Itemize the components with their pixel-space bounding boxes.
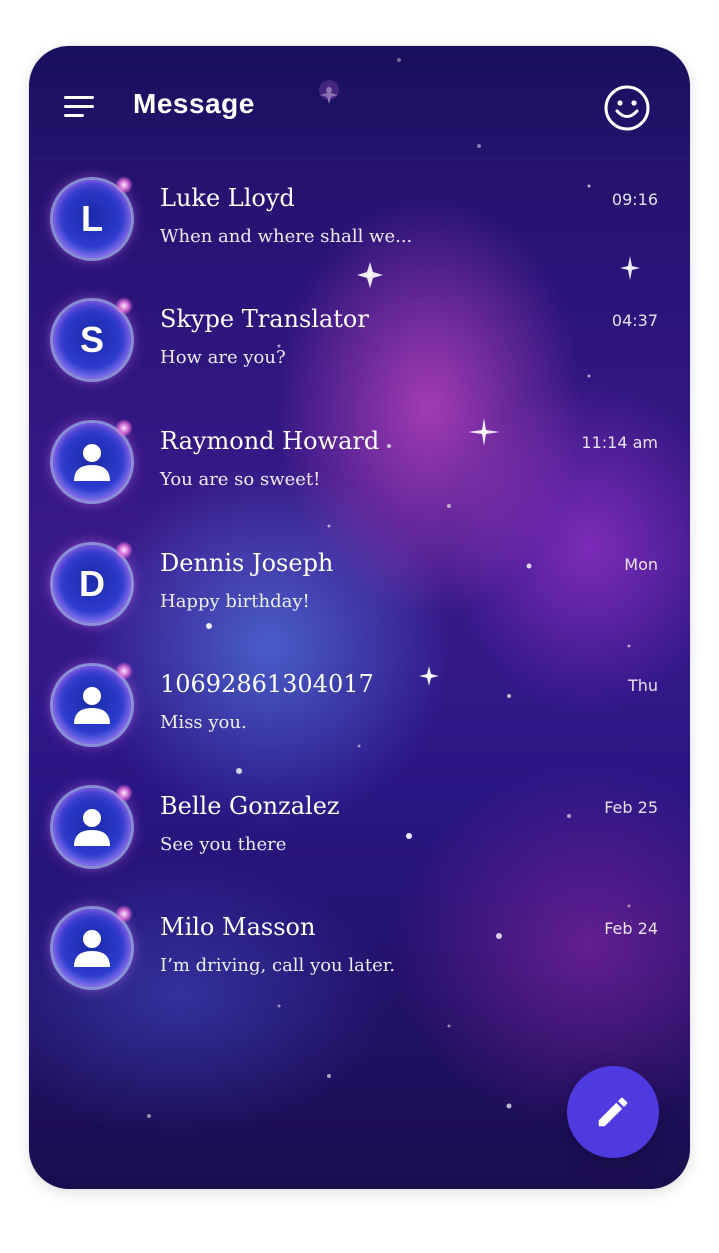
- app-header: Message: [29, 46, 690, 159]
- conversation-row[interactable]: Raymond Howard You are so sweet! 11:14 a…: [29, 417, 690, 527]
- contact-name: Belle Gonzalez: [160, 792, 340, 820]
- person-icon: [74, 444, 110, 481]
- avatar-letter: L: [81, 198, 103, 239]
- contact-name: Skype Translator: [160, 305, 369, 333]
- message-time: Thu: [627, 676, 658, 695]
- page-title: Message: [133, 88, 255, 119]
- avatar: D: [53, 541, 133, 623]
- conversation-row[interactable]: Milo Masson I’m driving, call you later.…: [29, 903, 690, 1013]
- message-preview: How are you?: [160, 347, 286, 368]
- conversation-row[interactable]: D Dennis Joseph Happy birthday! Mon: [29, 539, 690, 649]
- avatar: [53, 905, 133, 987]
- message-preview: Happy birthday!: [160, 591, 310, 612]
- contact-name: Luke Lloyd: [160, 184, 295, 212]
- message-time: 04:37: [611, 311, 658, 330]
- avatar-letter: S: [79, 319, 104, 360]
- person-icon: [74, 687, 110, 724]
- message-time: 09:16: [611, 190, 658, 209]
- conversation-row[interactable]: 10692861304017 Miss you. Thu: [29, 660, 690, 770]
- hamburger-menu-icon[interactable]: [64, 96, 94, 120]
- conversation-row[interactable]: Belle Gonzalez See you there Feb 25: [29, 782, 690, 892]
- avatar: [53, 662, 133, 744]
- avatar: L: [53, 176, 133, 258]
- person-icon: [74, 930, 110, 967]
- message-preview: You are so sweet!: [160, 469, 321, 490]
- contact-name: Milo Masson: [160, 913, 316, 941]
- contact-name: 10692861304017: [160, 670, 374, 698]
- message-preview: See you there: [160, 834, 287, 855]
- message-time: Feb 25: [604, 798, 658, 817]
- contact-name: Raymond Howard: [160, 427, 380, 455]
- avatar-letter: D: [79, 563, 105, 604]
- message-time: Mon: [624, 555, 658, 574]
- person-icon: [74, 809, 110, 846]
- contact-name: Dennis Joseph: [160, 549, 334, 577]
- message-preview: Miss you.: [160, 712, 247, 733]
- compose-button[interactable]: [567, 1066, 659, 1158]
- avatar: [53, 419, 133, 501]
- avatar: S: [53, 297, 133, 379]
- conversation-row[interactable]: L Luke Lloyd When and where shall we... …: [29, 174, 690, 284]
- smiley-face-icon[interactable]: [603, 84, 651, 132]
- pencil-icon: [598, 1097, 628, 1127]
- message-preview: When and where shall we...: [160, 226, 413, 247]
- message-preview: I’m driving, call you later.: [160, 955, 396, 976]
- conversation-row[interactable]: S Skype Translator How are you? 04:37: [29, 295, 690, 405]
- message-time: Feb 24: [604, 919, 658, 938]
- phone-screen: Message L Luke Lloyd When and where shal…: [29, 46, 690, 1189]
- avatar: [53, 784, 133, 866]
- message-time: 11:14 am: [581, 433, 658, 452]
